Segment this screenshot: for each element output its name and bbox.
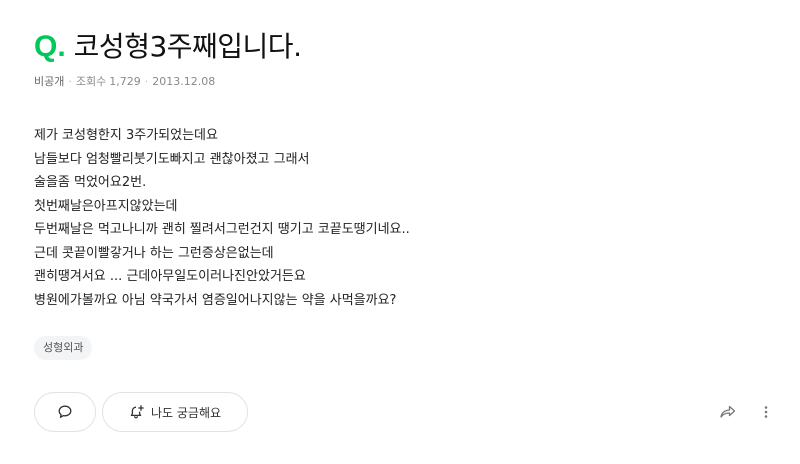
views-label: 조회수 xyxy=(75,75,107,88)
question-body-line: 두번째날은 먹고나니까 괜히 찔려서그런건지 땡기고 코끝도땡기네요.. xyxy=(34,222,410,237)
bell-plus-icon xyxy=(129,404,145,420)
share-button[interactable] xyxy=(718,404,738,424)
more-options-button[interactable] xyxy=(756,404,776,424)
tag-chip[interactable]: 성형외과 xyxy=(34,336,93,360)
question-body: 제가 코성형한지 3주가되었는데요남들보다 엄청빨리붓기도빠지고 괜찮아졌고 그… xyxy=(34,124,774,312)
question-date: 2013.12.08 xyxy=(152,75,216,88)
speech-bubble-icon xyxy=(57,404,73,420)
question-meta: 비공개 · 조회수 1,729 · 2013.12.08 xyxy=(34,74,774,90)
question-body-line: 첫번째날은아프지않았는데 xyxy=(34,198,178,214)
meta-separator: · xyxy=(144,75,149,88)
comment-button[interactable] xyxy=(34,392,96,432)
question-body-line: 제가 코성형한지 3주가되었는데요 xyxy=(34,128,218,143)
question-mark: Q. xyxy=(34,30,66,63)
question-body-line: 근데 콧끝이빨갛거나 하는 그런증상은없는데 xyxy=(34,245,274,261)
question-title-row: Q. 코성형3주째입니다. xyxy=(34,28,774,66)
meta-separator: · xyxy=(68,75,72,88)
author-privacy: 비공개 xyxy=(34,75,65,88)
question-title: 코성형3주째입니다. xyxy=(73,30,302,63)
me-too-curious-button[interactable]: 나도 궁금해요 xyxy=(102,392,248,432)
share-icon xyxy=(719,404,737,424)
views-count: 1,729 xyxy=(109,75,141,88)
right-tools xyxy=(718,404,776,424)
question-body-line: 괜히땡겨서요 ... 근데아무일도이러나진안았거든요 xyxy=(34,269,306,284)
question-section: Q. 코성형3주째입니다. 비공개 · 조회수 1,729 · 2013.12.… xyxy=(34,28,774,312)
action-bar: 나도 궁금해요 xyxy=(34,392,248,432)
me-too-curious-label: 나도 궁금해요 xyxy=(150,405,222,420)
question-body-line: 술을좀 먹었어요2번. xyxy=(34,175,147,190)
question-body-line: 남들보다 엄청빨리붓기도빠지고 괜찮아졌고 그래서 xyxy=(34,151,310,167)
more-vertical-icon xyxy=(763,404,769,424)
tag-list: 성형외과 xyxy=(34,336,93,360)
question-body-line: 병원에가볼까요 아님 약국가서 염증일어나지않는 약을 사먹을까요? xyxy=(34,292,397,308)
